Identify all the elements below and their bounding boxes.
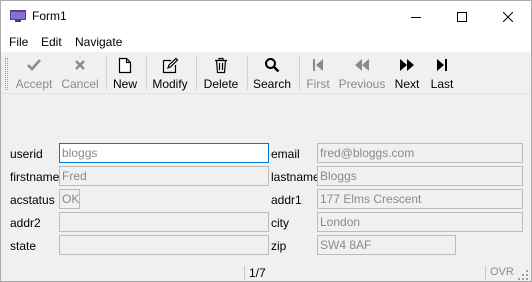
toolbar-separator xyxy=(196,56,197,90)
addr2-label: addr2 xyxy=(10,216,41,230)
userid-field[interactable]: bloggs xyxy=(59,143,269,163)
zip-field[interactable]: SW4 8AF xyxy=(317,235,456,255)
modify-button[interactable]: Modify xyxy=(151,54,189,92)
first-record-icon xyxy=(313,59,323,71)
last-button[interactable]: Last xyxy=(428,54,456,92)
lastname-label: lastname xyxy=(271,170,320,184)
cancel-label: Cancel xyxy=(61,77,99,91)
new-document-icon xyxy=(118,57,132,73)
record-position: 1/7 xyxy=(249,266,266,280)
toolbar-grip[interactable] xyxy=(5,58,8,90)
app-icon xyxy=(10,10,26,22)
userid-label: userid xyxy=(10,147,43,161)
close-icon xyxy=(503,11,513,22)
toolbar-separator xyxy=(106,56,107,90)
next-icon xyxy=(400,59,414,71)
window-title: Form1 xyxy=(32,9,67,23)
previous-icon xyxy=(355,59,369,71)
status-separator xyxy=(485,266,486,280)
title-bar: Form1 xyxy=(1,1,531,32)
accept-label: Accept xyxy=(15,77,53,91)
resize-grip-icon[interactable] xyxy=(518,270,528,280)
previous-button[interactable]: Previous xyxy=(339,54,385,92)
minimize-button[interactable] xyxy=(393,1,439,32)
lastname-field[interactable]: Bloggs xyxy=(317,166,523,186)
firstname-label: firstname xyxy=(10,170,60,184)
trash-icon xyxy=(215,57,227,73)
city-field[interactable]: London xyxy=(317,212,523,232)
email-label: email xyxy=(271,147,300,161)
menu-navigate[interactable]: Navigate xyxy=(75,35,122,49)
status-separator xyxy=(244,266,245,280)
addr1-field[interactable]: 177 Elms Crescent xyxy=(317,189,523,209)
menu-bar: File Edit Navigate xyxy=(1,32,531,52)
last-record-icon xyxy=(437,59,447,71)
addr2-field[interactable] xyxy=(59,212,269,232)
search-label: Search xyxy=(252,77,292,91)
next-label: Next xyxy=(394,77,420,91)
state-field[interactable] xyxy=(59,235,269,255)
toolbar: Accept Cancel New Modify Delete Search F… xyxy=(1,52,531,94)
maximize-button[interactable] xyxy=(439,1,485,32)
x-icon xyxy=(75,60,85,70)
accept-button[interactable]: Accept xyxy=(14,54,54,92)
city-label: city xyxy=(271,216,289,230)
cancel-button[interactable]: Cancel xyxy=(59,54,101,92)
checkmark-icon xyxy=(27,59,41,71)
close-button[interactable] xyxy=(485,1,531,32)
new-button[interactable]: New xyxy=(111,54,139,92)
search-icon xyxy=(265,58,280,73)
modify-label: Modify xyxy=(152,77,188,91)
acstatus-field[interactable]: OK xyxy=(59,189,80,209)
delete-button[interactable]: Delete xyxy=(203,54,239,92)
zip-label: zip xyxy=(271,239,287,253)
next-button[interactable]: Next xyxy=(392,54,422,92)
maximize-icon xyxy=(457,11,467,22)
new-label: New xyxy=(112,77,137,91)
acstatus-label: acstatus xyxy=(10,193,55,207)
overwrite-mode-indicator: OVR xyxy=(490,266,514,278)
addr1-label: addr1 xyxy=(271,193,302,207)
status-bar: 1/7 OVR xyxy=(1,263,531,282)
firstname-field[interactable]: Fred xyxy=(59,166,269,186)
previous-label: Previous xyxy=(338,77,386,91)
minimize-icon xyxy=(411,16,421,18)
first-label: First xyxy=(306,77,330,91)
app-window: Form1 File Edit Navigate Accept Cancel N… xyxy=(0,0,532,282)
menu-file[interactable]: File xyxy=(9,35,28,49)
search-button[interactable]: Search xyxy=(252,54,292,92)
last-label: Last xyxy=(430,77,454,91)
menu-edit[interactable]: Edit xyxy=(41,35,62,49)
first-button[interactable]: First xyxy=(304,54,332,92)
toolbar-separator xyxy=(299,56,300,90)
toolbar-separator xyxy=(247,56,248,90)
delete-label: Delete xyxy=(203,77,239,91)
state-label: state xyxy=(10,239,37,253)
toolbar-separator xyxy=(146,56,147,90)
edit-icon xyxy=(162,57,178,73)
email-field[interactable]: fred@bloggs.com xyxy=(317,143,523,163)
